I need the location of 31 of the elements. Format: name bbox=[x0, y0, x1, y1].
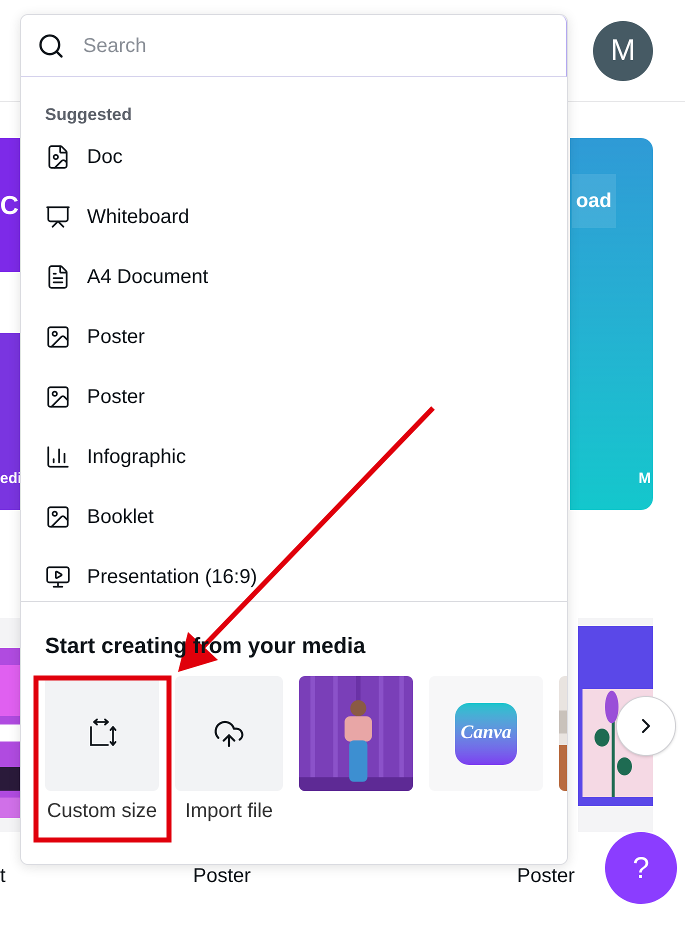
card-text: C bbox=[0, 192, 19, 218]
template-label: Poster bbox=[193, 864, 252, 889]
card-text: M bbox=[638, 468, 652, 488]
template-label: t bbox=[0, 864, 7, 889]
bar-chart-icon bbox=[45, 444, 71, 470]
card-text: oad bbox=[572, 174, 616, 228]
tile-label: Import file bbox=[185, 799, 273, 823]
suggestion-item[interactable]: Poster bbox=[21, 367, 567, 427]
section-title: Suggested bbox=[44, 104, 133, 126]
template-label: Poster bbox=[517, 864, 575, 889]
suggestion-item[interactable]: Presentation (16:9) bbox=[21, 547, 567, 601]
easel-icon bbox=[45, 204, 71, 230]
search-input[interactable]: Search bbox=[83, 30, 550, 60]
image-icon bbox=[45, 324, 71, 350]
search-icon bbox=[37, 32, 65, 60]
suggestion-item[interactable]: A4 Document bbox=[21, 247, 567, 307]
screen-icon bbox=[45, 564, 71, 590]
image-icon bbox=[45, 384, 71, 410]
suggestion-item[interactable]: Whiteboard bbox=[21, 187, 567, 247]
template-card[interactable]: C bbox=[0, 138, 20, 272]
suggestion-item[interactable]: Infographic bbox=[21, 427, 567, 487]
image-icon bbox=[45, 504, 71, 530]
import-file-tile[interactable] bbox=[175, 676, 283, 791]
tile-label: Custom size bbox=[46, 799, 158, 823]
help-button[interactable]: ? bbox=[605, 832, 677, 904]
suggestion-item[interactable]: Doc bbox=[21, 127, 567, 187]
app-logo: Canva bbox=[455, 702, 517, 764]
suggestion-item[interactable]: Booklet bbox=[21, 487, 567, 547]
next-button[interactable] bbox=[616, 696, 676, 756]
suggestion-item[interactable]: Poster bbox=[21, 307, 567, 367]
avatar[interactable]: M bbox=[593, 20, 653, 80]
